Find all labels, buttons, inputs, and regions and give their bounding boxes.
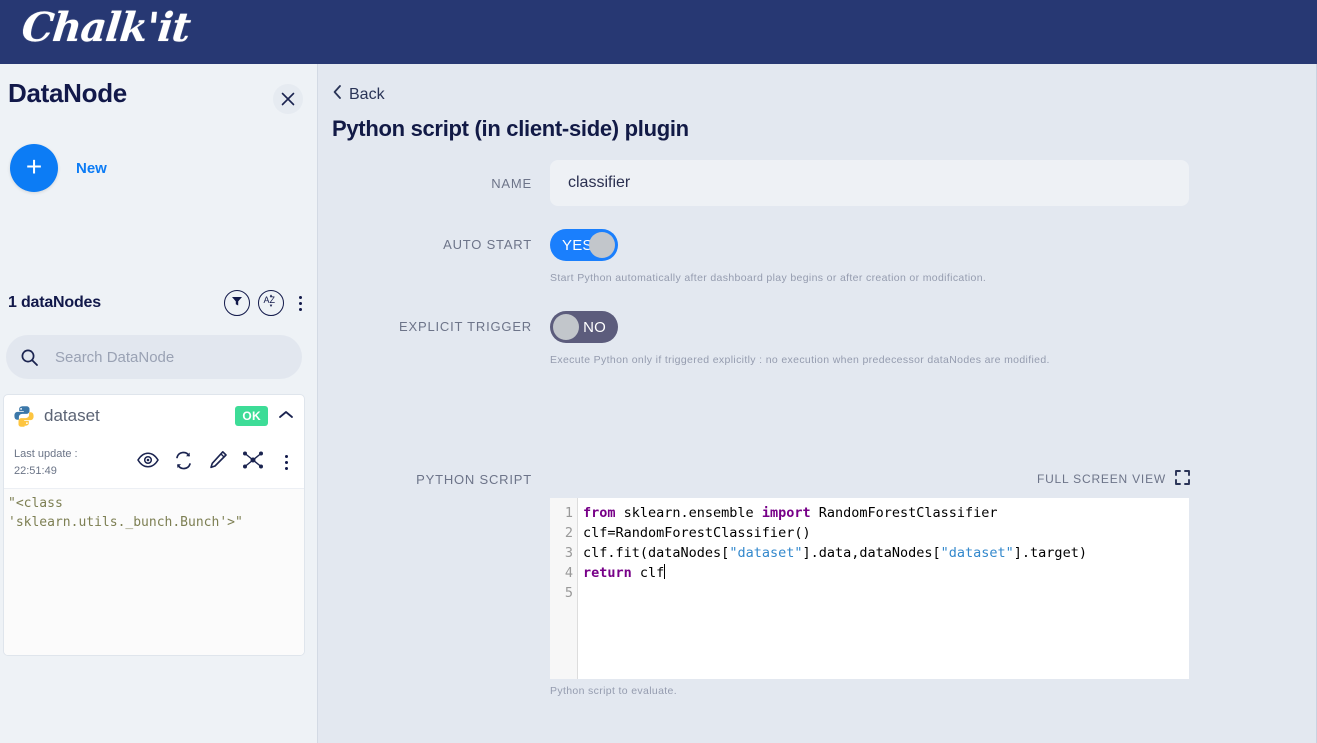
- python-script-editor[interactable]: 1 2 3 4 5 from sklearn.ensemble import R…: [550, 498, 1189, 679]
- chevron-up-icon: [278, 407, 294, 425]
- search-icon: [20, 348, 39, 367]
- fullscreen-view-button[interactable]: FULL SCREEN VIEW: [1037, 470, 1190, 488]
- sidebar: DataNode + New 1 dataNodes AZ Search Dat…: [0, 64, 318, 743]
- expand-icon: [1175, 470, 1190, 488]
- name-field-body: [550, 160, 1316, 206]
- field-auto-start-row: AUTO START YES Start Python automaticall…: [319, 229, 1316, 284]
- datanode-count: 1 dataNodes: [8, 294, 101, 311]
- explicit-trigger-toggle[interactable]: NO: [550, 311, 618, 343]
- field-explicit-trigger-row: EXPLICIT TRIGGER NO Execute Python only …: [319, 311, 1316, 366]
- filter-icon: [230, 294, 244, 313]
- add-datanode-button[interactable]: +: [10, 144, 58, 192]
- datanode-card-header: dataset OK: [4, 395, 304, 437]
- explicit-trigger-label: EXPLICIT TRIGGER: [399, 319, 532, 334]
- datanode-more-button[interactable]: [278, 452, 294, 474]
- sort-button[interactable]: AZ: [258, 290, 284, 316]
- auto-start-label: AUTO START: [443, 237, 532, 252]
- python-script-label: PYTHON SCRIPT: [416, 471, 532, 487]
- datanode-name: dataset: [44, 406, 100, 425]
- sort-az-icon: AZ: [263, 293, 279, 313]
- edit-button[interactable]: [208, 450, 228, 475]
- back-label: Back: [349, 85, 385, 103]
- chevron-left-icon: [333, 85, 342, 104]
- app-header: Chalk'it: [0, 0, 1317, 64]
- toggle-knob: [553, 314, 579, 340]
- svg-text:AZ: AZ: [264, 295, 276, 305]
- last-update-label: Last update :: [14, 448, 78, 460]
- status-badge: OK: [235, 406, 268, 426]
- search-input[interactable]: [53, 347, 273, 367]
- refresh-icon: [173, 450, 194, 475]
- app-logo[interactable]: Chalk'it: [20, 4, 193, 51]
- list-more-button[interactable]: [292, 292, 308, 314]
- page-title: Python script (in client-side) plugin: [332, 116, 689, 141]
- datanode-card-meta: Last update : 22:51:49: [4, 437, 304, 489]
- datanode-actions: [137, 450, 294, 475]
- explicit-trigger-field-body: NO Execute Python only if triggered expl…: [550, 311, 1316, 366]
- python-script-hint: Python script to evaluate.: [550, 685, 677, 697]
- preview-button[interactable]: [137, 452, 159, 473]
- back-button[interactable]: Back: [333, 85, 385, 104]
- python-script-header: PYTHON SCRIPT FULL SCREEN VIEW: [319, 470, 1316, 488]
- graph-icon: [242, 450, 264, 475]
- filter-button[interactable]: [224, 290, 250, 316]
- fullscreen-view-label: FULL SCREEN VIEW: [1036, 472, 1166, 486]
- app-root: Chalk'it DataNode + New 1 dataNodes AZ S…: [0, 0, 1317, 743]
- field-name-row: NAME: [319, 160, 1316, 206]
- eye-icon: [137, 452, 159, 473]
- auto-start-field-body: YES Start Python automatically after das…: [550, 229, 1316, 284]
- pencil-icon: [208, 450, 228, 475]
- name-label: NAME: [491, 175, 532, 191]
- more-vertical-icon: [284, 455, 288, 458]
- auto-start-hint: Start Python automatically after dashboa…: [550, 272, 987, 284]
- python-icon: [12, 404, 36, 428]
- new-datanode-label[interactable]: New: [76, 160, 107, 177]
- last-update-time: 22:51:49: [14, 464, 57, 477]
- toggle-knob: [589, 232, 615, 258]
- datanode-card[interactable]: dataset OK Last update : 22:51:49 "<clas…: [3, 394, 305, 656]
- list-controls: AZ: [224, 290, 308, 316]
- new-datanode-row: + New: [10, 144, 107, 192]
- main-panel: Back Python script (in client-side) plug…: [319, 64, 1317, 743]
- datanode-count-row: 1 dataNodes AZ: [8, 290, 308, 316]
- graph-button[interactable]: [242, 450, 264, 475]
- collapse-card-button[interactable]: [278, 407, 294, 425]
- sidebar-title: DataNode: [8, 78, 127, 108]
- name-input[interactable]: [550, 160, 1189, 206]
- refresh-button[interactable]: [173, 450, 194, 475]
- datanode-preview: "<class 'sklearn.utils._bunch.Bunch'>": [4, 489, 304, 655]
- auto-start-toggle[interactable]: YES: [550, 229, 618, 261]
- editor-line-numbers: 1 2 3 4 5: [550, 498, 578, 679]
- search-datanode-box[interactable]: [6, 335, 302, 379]
- last-update-block: Last update : 22:51:49: [14, 446, 94, 479]
- editor-code-area[interactable]: from sklearn.ensemble import RandomFores…: [578, 498, 1189, 679]
- explicit-trigger-hint: Execute Python only if triggered explici…: [550, 354, 1050, 366]
- plus-icon: +: [25, 150, 43, 182]
- close-panel-button[interactable]: [273, 84, 303, 114]
- more-vertical-icon: [298, 295, 302, 299]
- close-icon: [280, 91, 296, 107]
